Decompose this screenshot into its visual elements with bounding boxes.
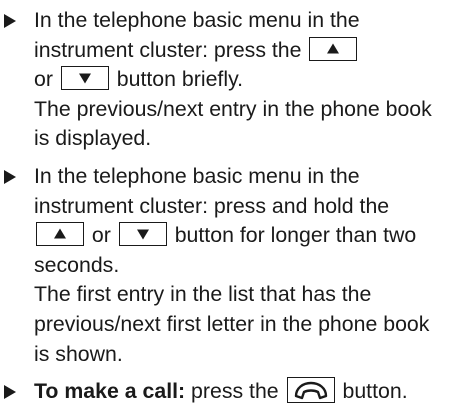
step-1-line-3: or button briefly. [34,65,467,95]
step-3-line-1: To make a call: press the button. [34,377,467,407]
down-arrow-key-icon [118,222,167,247]
up-arrow-key-icon [36,222,84,247]
bullet-arrow-icon [4,14,16,28]
step-2-line-5: The first entry in the list that has the [34,282,372,307]
bullet-arrow-icon [4,385,16,400]
step-1-line-1: In the telephone basic menu in the [34,8,360,32]
step-1-line-3-post: button briefly. [110,67,244,92]
step-2-line-3-mid: or [86,223,117,248]
step-3-bold-label: To make a call: [34,379,186,404]
step-1-line-3-pre: or [34,67,59,92]
step-2-line-3: or button for longer than two [34,221,467,251]
step-2-line-4: seconds. [34,252,120,277]
instruction-page: In the telephone basic menu in the instr… [0,0,467,404]
step-1-line-2: instrument cluster: press the [34,36,467,66]
instruction-step-3: To make a call: press the button. [0,377,467,407]
instruction-step-1: In the telephone basic menu in the instr… [0,6,467,154]
step-1-line-4: The previous/next entry in the phone boo… [34,96,432,121]
down-arrow-key-icon [60,66,109,91]
step-2-line-6: previous/next first letter in the phone … [34,311,430,336]
step-2-line-7: is shown. [34,341,123,366]
phone-handset-key-icon [286,377,335,404]
bullet-arrow-icon [4,169,16,184]
up-arrow-key-icon [309,36,358,61]
step-2-line-2: instrument cluster: press and hold the [34,193,390,218]
step-1-line-5: is displayed. [34,126,152,151]
instruction-step-2: In the telephone basic menu in the instr… [0,162,467,369]
step-2-line-3-post: button for longer than two [168,223,417,248]
step-3-post: button. [336,379,408,404]
step-1-line-2-text: instrument cluster: press the [34,37,308,62]
step-2-line-1: In the telephone basic menu in the [34,163,360,188]
step-3-pre: press the [185,379,285,404]
